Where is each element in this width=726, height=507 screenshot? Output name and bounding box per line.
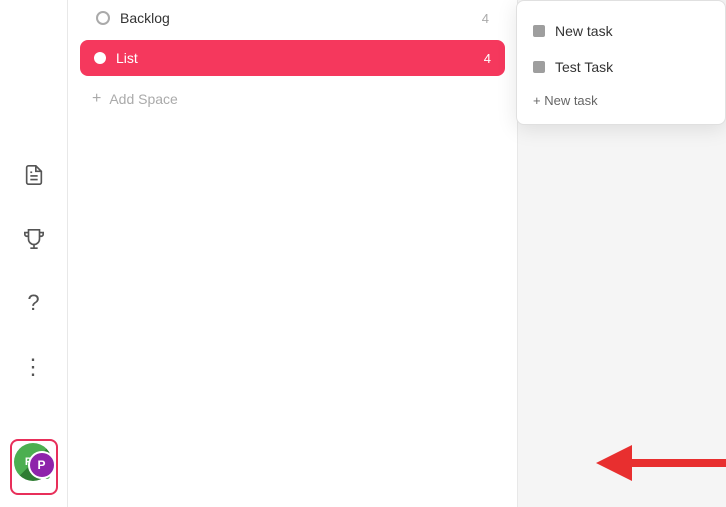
sidebar: Backlog 4 List 4 + Add Space (68, 0, 518, 507)
dropdown-test-task-label: Test Task (555, 59, 613, 75)
add-space-button[interactable]: + Add Space (68, 80, 517, 118)
dropdown-new-task-label: New task (555, 23, 613, 39)
test-task-icon (533, 61, 545, 73)
dropdown-item-test-task[interactable]: Test Task (517, 49, 725, 85)
more-icon[interactable]: ⋮ (14, 347, 54, 387)
dropdown-panel: New task Test Task + New task (516, 0, 726, 125)
sidebar-item-list[interactable]: List 4 (80, 40, 505, 76)
sidebar-item-backlog[interactable]: Backlog 4 (68, 0, 517, 36)
avatar-p: P (28, 451, 56, 479)
backlog-count: 4 (482, 11, 489, 26)
backlog-icon (96, 11, 110, 25)
list-label: List (116, 50, 138, 66)
dropdown-item-new-task[interactable]: New task (517, 13, 725, 49)
add-space-plus-icon: + (92, 90, 101, 108)
backlog-label: Backlog (120, 10, 170, 26)
icon-bar: ? ⋮ PC P (0, 0, 68, 507)
avatar-area[interactable]: PC P (10, 439, 58, 495)
help-icon[interactable]: ? (14, 283, 54, 323)
list-count: 4 (484, 51, 491, 66)
new-task-link[interactable]: + New task (517, 85, 725, 116)
new-task-icon (533, 25, 545, 37)
add-space-label: Add Space (109, 91, 178, 107)
trophy-icon[interactable] (14, 219, 54, 259)
list-dot-icon (94, 52, 106, 64)
red-arrow (596, 441, 726, 485)
document-icon[interactable] (14, 155, 54, 195)
main-content: New task Test Task + New task (518, 0, 726, 507)
